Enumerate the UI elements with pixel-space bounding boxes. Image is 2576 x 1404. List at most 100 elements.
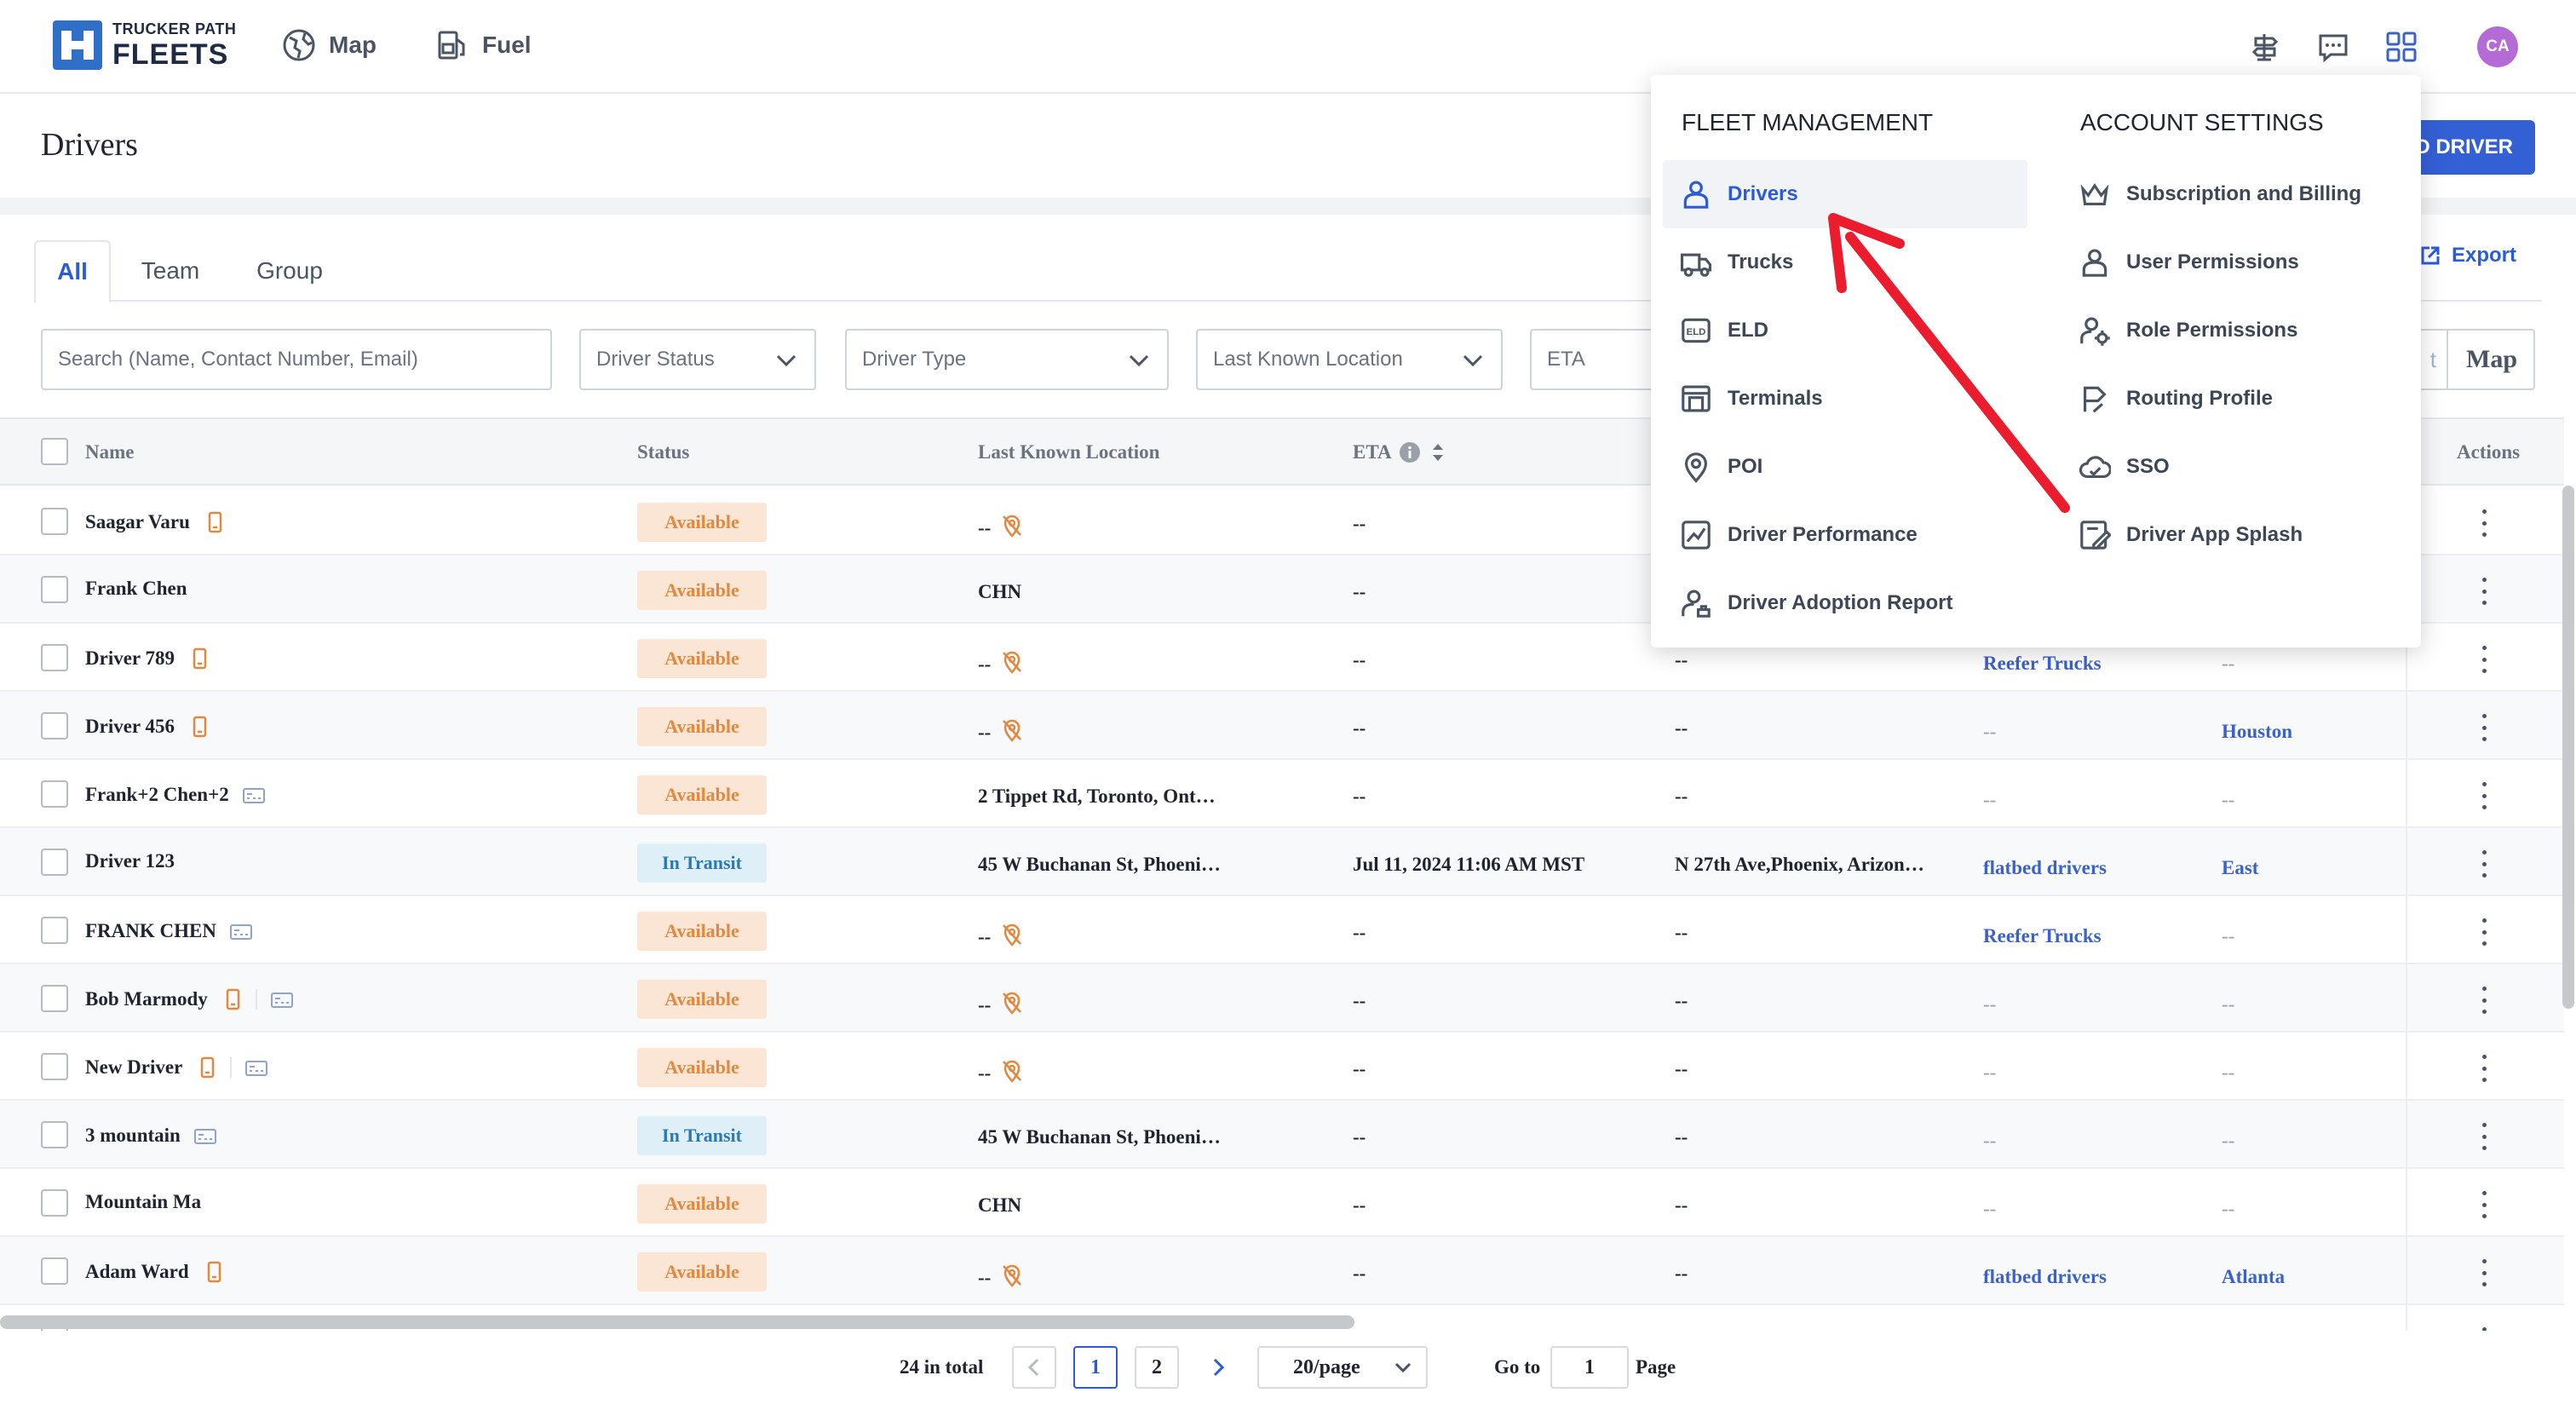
row-actions-icon[interactable] <box>2475 711 2493 745</box>
row-actions-icon[interactable] <box>2475 1119 2493 1154</box>
driver-type-select[interactable]: Driver Type <box>845 329 1169 390</box>
prev-page-button[interactable] <box>1012 1346 1056 1389</box>
row-checkbox[interactable] <box>41 849 68 876</box>
page-2-button[interactable]: 2 <box>1135 1346 1179 1389</box>
apps-grid-icon[interactable] <box>2385 31 2418 63</box>
table-row[interactable]: Bob Marmody Available -- -- -- -- -- <box>0 964 2564 1033</box>
user-avatar[interactable]: CA <box>2477 26 2518 67</box>
row-checkbox[interactable] <box>41 1189 68 1217</box>
driver-name[interactable]: Adam Ward <box>85 1261 189 1283</box>
row-actions-icon[interactable] <box>2475 642 2493 676</box>
row-checkbox[interactable] <box>41 712 68 739</box>
row-actions-icon[interactable] <box>2475 1256 2493 1290</box>
row-actions-icon[interactable] <box>2475 847 2493 881</box>
row-actions-icon[interactable] <box>2475 1188 2493 1222</box>
table-row[interactable]: 3 mountain In Transit 45 W Buchanan St, Ph… <box>0 1101 2564 1169</box>
menu-item-drivers[interactable]: Drivers <box>1663 160 2027 228</box>
team-cell[interactable]: Atlanta <box>2222 1266 2285 1288</box>
group-cell[interactable]: flatbed drivers <box>1983 857 2107 879</box>
row-checkbox[interactable] <box>41 576 68 603</box>
menu-item-eld[interactable]: ELD ELD <box>1663 296 2027 365</box>
eta-filter[interactable]: ETA <box>1530 329 1666 390</box>
table-row[interactable]: Mountain Ma Available CHN -- -- -- -- <box>0 1169 2564 1237</box>
table-row[interactable]: Adam Ward Available -- -- -- flatbed drivers A… <box>0 1237 2564 1305</box>
menu-item-routing-profile[interactable]: Routing Profile <box>2061 365 2426 433</box>
row-checkbox[interactable] <box>41 1053 68 1080</box>
eld-device-icon <box>228 918 254 944</box>
search-input[interactable]: Search (Name, Contact Number, Email) <box>41 329 552 390</box>
driver-name[interactable]: Mountain Ma <box>85 1191 201 1213</box>
fleets-logo[interactable]: TRUCKER PATH FLEETS <box>53 20 236 70</box>
table-row[interactable]: Driver 456 Available -- -- -- -- Houston <box>0 692 2564 760</box>
tab-all[interactable]: All <box>34 240 111 303</box>
map-view-button[interactable]: Map <box>2450 331 2533 388</box>
sort-icon[interactable] <box>1431 441 1445 463</box>
menu-item-user-permissions[interactable]: User Permissions <box>2061 228 2426 296</box>
menu-item-driver-performance[interactable]: Driver Performance <box>1663 501 2027 569</box>
row-checkbox[interactable] <box>41 508 68 535</box>
driver-name[interactable]: 3 mountain <box>85 1125 181 1147</box>
row-checkbox[interactable] <box>41 917 68 944</box>
tab-team[interactable]: Team <box>136 240 204 302</box>
table-row[interactable]: FRANK CHEN Available -- -- -- Reefer Trucks -- <box>0 896 2564 964</box>
routing-icon <box>2079 383 2126 415</box>
driver-name[interactable]: Frank+2 Chen+2 <box>85 784 229 806</box>
menu-item-driver-app-splash[interactable]: Driver App Splash <box>2061 501 2426 569</box>
driver-name[interactable]: Driver 123 <box>85 850 175 872</box>
export-button[interactable]: Export <box>2419 244 2516 268</box>
menu-item-sso[interactable]: SSO <box>2061 433 2426 501</box>
no-location-icon <box>999 1058 1025 1089</box>
signpost-icon[interactable] <box>2249 31 2281 63</box>
column-status: Status <box>637 441 690 463</box>
group-cell[interactable]: flatbed drivers <box>1983 1266 2107 1288</box>
driver-name[interactable]: Frank Chen <box>85 578 187 600</box>
row-actions-icon[interactable] <box>2475 506 2493 540</box>
menu-item-driver-adoption-report[interactable]: Driver Adoption Report <box>1663 569 2027 637</box>
row-actions-icon[interactable] <box>2475 574 2493 608</box>
table-row[interactable]: Frank+2 Chen+2 Available 2 Tippet Rd, Toro… <box>0 760 2564 828</box>
column-eta[interactable]: ETA <box>1353 441 1445 463</box>
menu-item-poi[interactable]: POI <box>1663 433 2027 501</box>
team-cell[interactable]: East <box>2222 857 2258 879</box>
info-icon[interactable] <box>1399 441 1421 463</box>
driver-name[interactable]: New Driver <box>85 1056 182 1079</box>
row-checkbox[interactable] <box>41 985 68 1012</box>
menu-item-role-permissions[interactable]: Role Permissions <box>2061 296 2426 365</box>
row-actions-icon[interactable] <box>2475 983 2493 1017</box>
row-checkbox[interactable] <box>41 1257 68 1285</box>
last-known-location-select[interactable]: Last Known Location <box>1196 329 1503 390</box>
nav-fuel[interactable]: Fuel <box>434 27 532 63</box>
group-cell[interactable]: Reefer Trucks <box>1983 653 2102 675</box>
row-actions-icon[interactable] <box>2475 779 2493 813</box>
driver-name[interactable]: FRANK CHEN <box>85 920 216 942</box>
select-all-checkbox[interactable] <box>41 438 68 465</box>
page-title: Drivers <box>41 127 138 163</box>
menu-item-trucks[interactable]: Trucks <box>1663 228 2027 296</box>
page-size-select[interactable]: 20/page <box>1257 1346 1428 1389</box>
driver-status-select[interactable]: Driver Status <box>579 329 816 390</box>
table-row[interactable]: New Driver Available -- -- -- -- -- <box>0 1033 2564 1101</box>
horizontal-scrollbar[interactable] <box>0 1315 1354 1329</box>
goto-page-input[interactable]: 1 <box>1550 1346 1629 1389</box>
table-row[interactable]: Driver 123 In Transit 45 W Buchanan St, Ph… <box>0 828 2564 896</box>
menu-item-terminals[interactable]: Terminals <box>1663 365 2027 433</box>
row-checkbox[interactable] <box>41 644 68 671</box>
group-cell[interactable]: Reefer Trucks <box>1983 925 2102 947</box>
tab-group[interactable]: Group <box>247 240 332 302</box>
chat-icon[interactable] <box>2317 31 2349 63</box>
nav-map[interactable]: Map <box>281 27 377 63</box>
team-cell[interactable]: Houston <box>2222 721 2292 743</box>
menu-item-subscription-and-billing[interactable]: Subscription and Billing <box>2061 160 2426 228</box>
driver-name[interactable]: Bob Marmody <box>85 988 208 1010</box>
row-checkbox[interactable] <box>41 1121 68 1148</box>
eta-cell: -- <box>1353 990 1366 1011</box>
driver-name[interactable]: Saagar Varu <box>85 511 190 533</box>
vertical-scrollbar[interactable] <box>2562 486 2574 1009</box>
driver-name[interactable]: Driver 789 <box>85 647 175 670</box>
row-actions-icon[interactable] <box>2475 915 2493 949</box>
next-page-button[interactable] <box>1196 1346 1240 1389</box>
page-1-button[interactable]: 1 <box>1073 1346 1118 1389</box>
row-actions-icon[interactable] <box>2475 1051 2493 1085</box>
row-checkbox[interactable] <box>41 780 68 808</box>
driver-name[interactable]: Driver 456 <box>85 716 175 738</box>
